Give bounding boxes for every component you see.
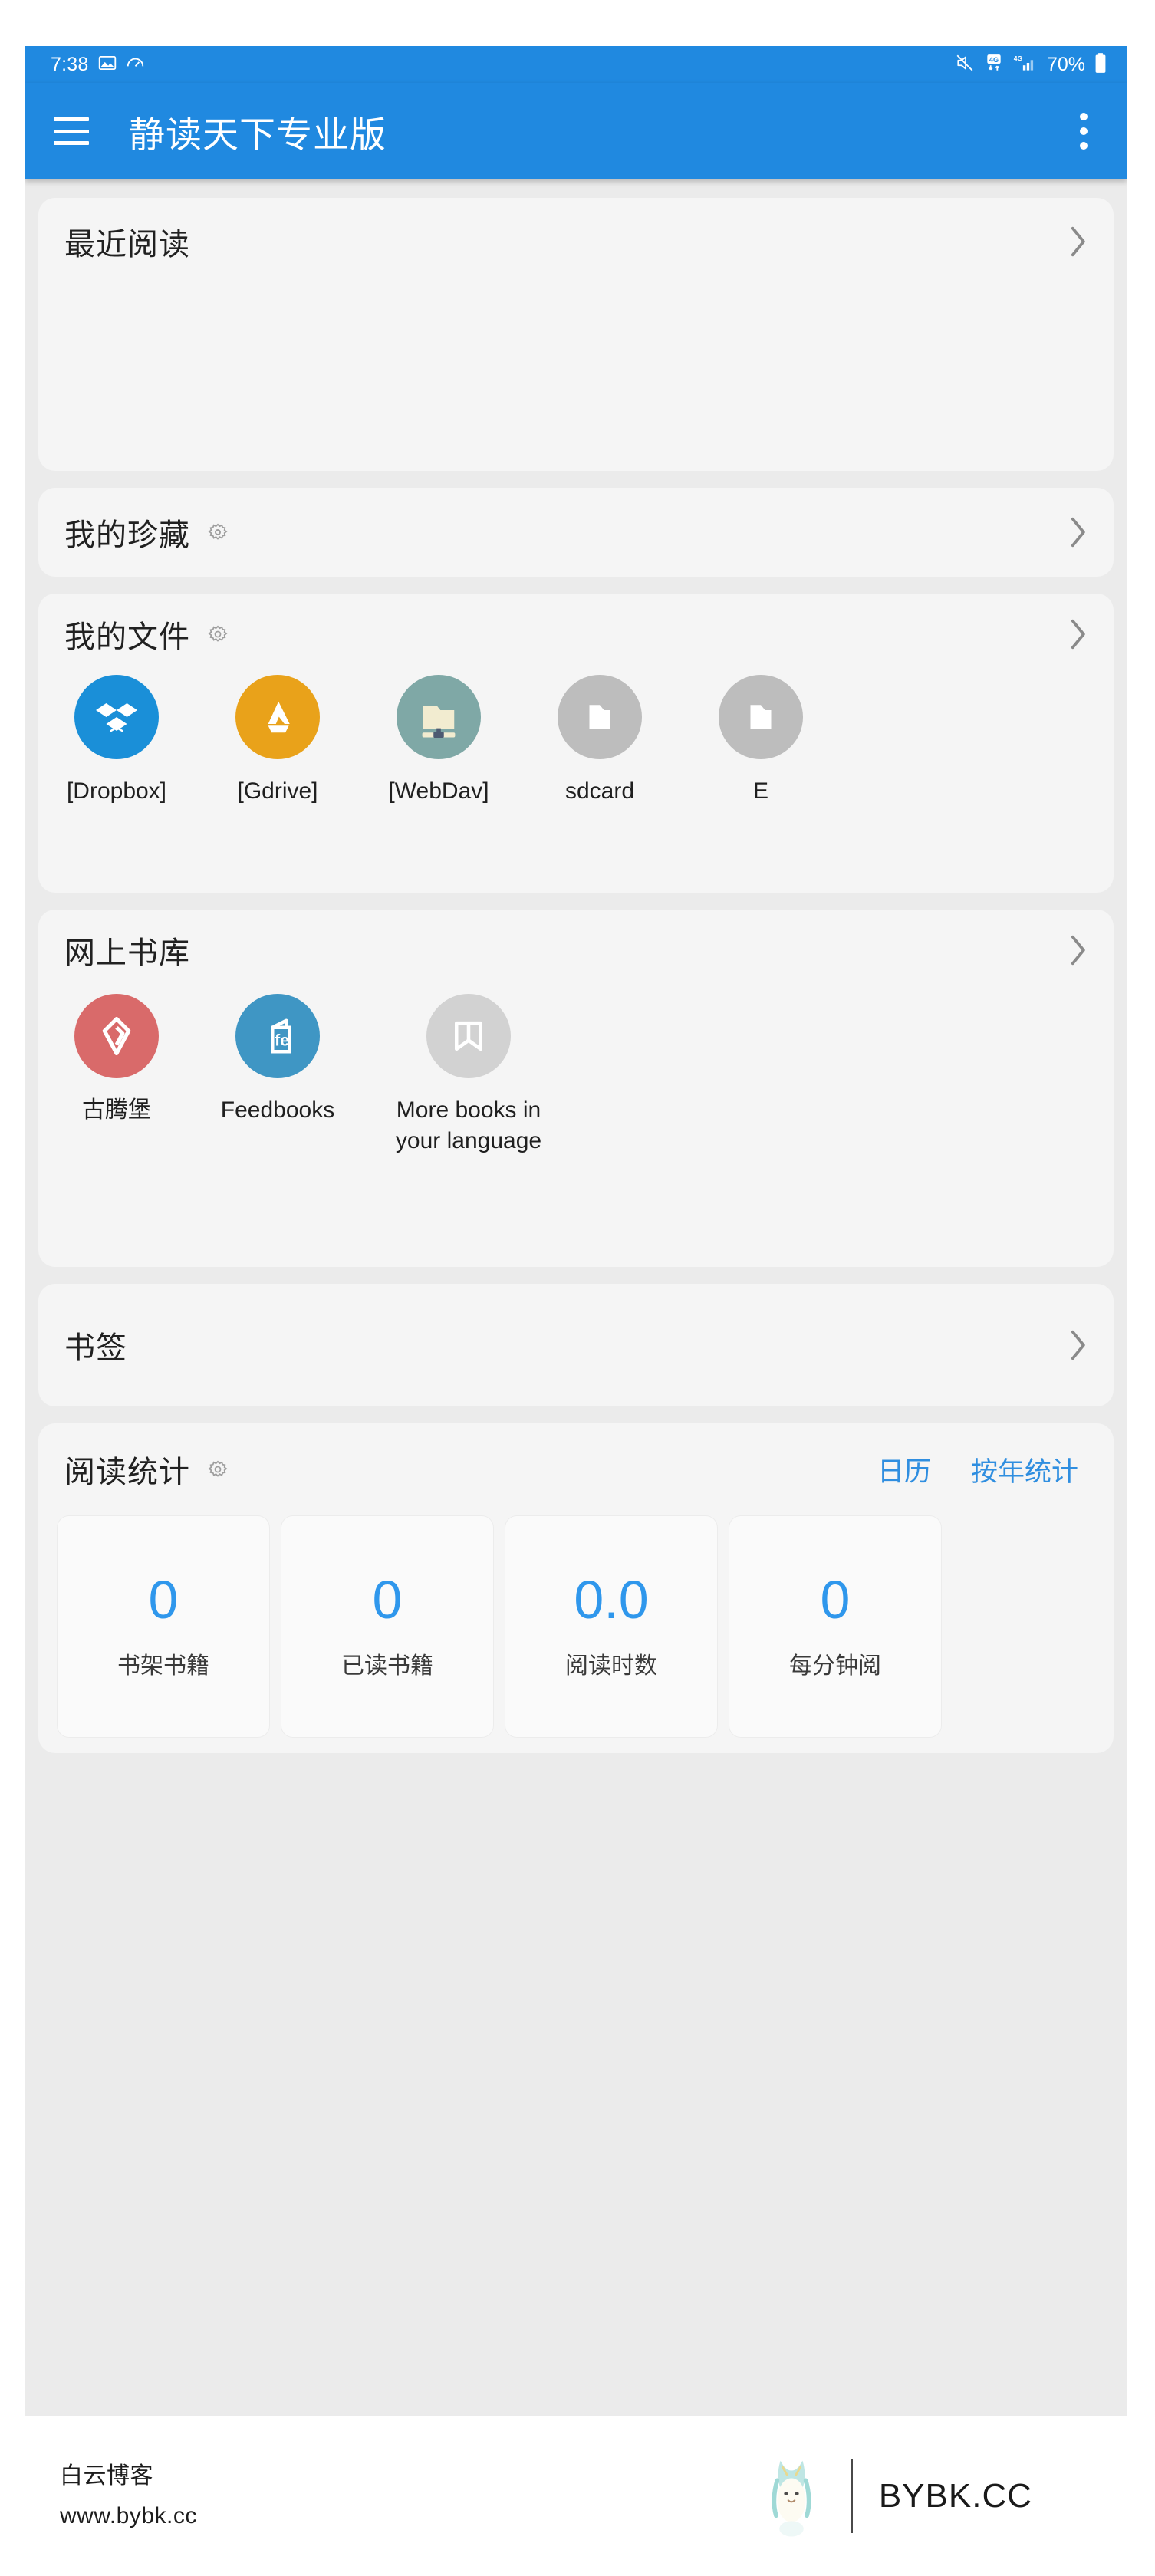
chevron-right-icon[interactable] <box>1068 933 1088 967</box>
list-item-label: [WebDav] <box>388 778 489 804</box>
card-recent-reading[interactable]: 最近阅读 <box>38 198 1114 471</box>
feedbooks-icon: fe <box>235 994 320 1078</box>
list-item[interactable]: [Gdrive] <box>219 675 336 807</box>
list-item[interactable]: [WebDav] <box>380 675 497 807</box>
webdav-icon <box>397 675 481 759</box>
hamburger-icon[interactable] <box>54 117 89 145</box>
svg-text:fe: fe <box>275 1031 289 1049</box>
svg-text:4G: 4G <box>1014 54 1023 61</box>
link-yearly-stats[interactable]: 按年统计 <box>971 1450 1078 1489</box>
phone-screen: 7:38 4G 4G 70% 静读天下专业版 最近阅读 我的珍藏 我的文件 [D… <box>25 46 1127 2416</box>
list-item-label: [Gdrive] <box>237 778 318 804</box>
battery-percent-label: 70% <box>1046 53 1085 75</box>
stat-value: 0.0 <box>574 1570 649 1630</box>
app-bar: 静读天下专业版 <box>25 83 1127 179</box>
gear-icon[interactable] <box>207 521 229 543</box>
stats-box-row: 0 书架书籍 0 已读书籍 0.0 阅读时数 0 每分钟阅 <box>57 1515 1114 1738</box>
stat-value: 0 <box>820 1570 851 1630</box>
card-header: 我的珍藏 <box>38 488 1114 577</box>
section-title-favorites: 我的珍藏 <box>64 518 190 552</box>
list-item-label: 古腾堡 <box>82 1097 151 1123</box>
battery-icon <box>1094 52 1107 77</box>
watermark-brand-group: BYBK.CC <box>758 2452 1032 2541</box>
card-header: 书签 <box>38 1284 1114 1406</box>
4g-signal-icon: 4G <box>1012 53 1037 77</box>
folder-icon <box>558 675 642 759</box>
section-title-files: 我的文件 <box>64 620 190 654</box>
wifi-meter-icon <box>125 53 146 77</box>
status-right-icons: 4G 4G 70% <box>954 52 1107 77</box>
section-title-stats: 阅读统计 <box>64 1456 190 1489</box>
card-header: 我的文件 <box>38 594 1114 675</box>
watermark-divider <box>850 2459 853 2533</box>
stat-card-shelf-books[interactable]: 0 书架书籍 <box>57 1515 270 1738</box>
card-online-library[interactable]: 网上书库 古腾堡 fe Feedbooks More books in your… <box>38 910 1114 1267</box>
list-item[interactable]: E <box>703 675 819 807</box>
card-my-files[interactable]: 我的文件 [Dropbox] [Gdrive] [WebDav] sdcard … <box>38 594 1114 893</box>
stat-card-words-per-minute[interactable]: 0 每分钟阅 <box>729 1515 942 1738</box>
watermark-footer: 白云博客 www.bybk.cc BYBK.CC <box>0 2416 1155 2576</box>
chevron-right-icon[interactable] <box>1068 225 1088 258</box>
online-library-list: 古腾堡 fe Feedbooks More books in your lang… <box>58 991 1114 1179</box>
gdrive-icon <box>235 675 320 759</box>
list-item-label: sdcard <box>564 778 635 804</box>
stat-label: 书架书籍 <box>117 1653 209 1679</box>
more-vertical-icon[interactable] <box>1066 110 1101 153</box>
stat-value: 0 <box>148 1570 179 1630</box>
dropbox-icon <box>74 675 159 759</box>
page-title: 静读天下专业版 <box>129 114 387 155</box>
4g-data-icon: 4G <box>984 53 1004 77</box>
stats-header-links: 日历 按年统计 <box>877 1450 1078 1489</box>
list-item-label: [Dropbox] <box>66 778 167 804</box>
card-header: 网上书库 <box>38 910 1114 991</box>
image-icon <box>97 53 117 77</box>
card-header: 最近阅读 <box>38 198 1114 279</box>
list-item-label: More books in your language <box>395 1097 542 1153</box>
stat-label: 阅读时数 <box>565 1653 657 1679</box>
list-item[interactable]: sdcard <box>541 675 658 807</box>
mute-icon <box>954 53 976 77</box>
card-reading-stats[interactable]: 阅读统计 日历 按年统计 0 书架书籍 0 已读书籍 0.0 阅读时数 0 每分… <box>38 1423 1114 1753</box>
status-left-icons <box>97 53 146 77</box>
section-title-online: 网上书库 <box>64 936 190 970</box>
list-item-label: Feedbooks <box>220 1097 335 1123</box>
stat-label: 已读书籍 <box>341 1653 433 1679</box>
gutenberg-icon <box>74 994 159 1078</box>
list-item[interactable]: 古腾堡 <box>58 994 175 1156</box>
list-item[interactable]: [Dropbox] <box>58 675 175 807</box>
file-source-list: [Dropbox] [Gdrive] [WebDav] sdcard E <box>58 675 1114 830</box>
card-my-favorites[interactable]: 我的珍藏 <box>38 488 1114 577</box>
chevron-right-icon[interactable] <box>1068 617 1088 651</box>
watermark-text: 白云博客 www.bybk.cc <box>60 2456 197 2535</box>
list-item-label: E <box>752 778 768 804</box>
card-bookmarks[interactable]: 书签 <box>38 1284 1114 1406</box>
gear-icon[interactable] <box>207 623 229 645</box>
mascot-icon <box>758 2452 824 2541</box>
stat-value: 0 <box>372 1570 403 1630</box>
status-clock: 7:38 <box>51 53 89 75</box>
gear-icon[interactable] <box>207 1459 229 1480</box>
list-item[interactable]: More books in your language <box>380 994 557 1156</box>
main-scroll-area[interactable]: 最近阅读 我的珍藏 我的文件 [Dropbox] [Gdrive] [WebDa… <box>25 179 1127 2416</box>
open-book-icon <box>426 994 511 1078</box>
chevron-right-icon[interactable] <box>1068 1328 1088 1362</box>
watermark-site-name: 白云博客 <box>60 2463 153 2489</box>
watermark-url: www.bybk.cc <box>60 2503 197 2528</box>
card-header: 阅读统计 日历 按年统计 <box>38 1423 1114 1515</box>
section-title-recent: 最近阅读 <box>64 228 190 262</box>
list-item[interactable]: fe Feedbooks <box>219 994 336 1156</box>
stat-label: 每分钟阅 <box>789 1653 881 1679</box>
status-bar: 7:38 4G 4G 70% <box>25 46 1127 83</box>
section-title-bookmarks: 书签 <box>64 1331 127 1365</box>
svg-text:4G: 4G <box>989 55 999 63</box>
stat-card-reading-hours[interactable]: 0.0 阅读时数 <box>505 1515 718 1738</box>
watermark-brand: BYBK.CC <box>878 2477 1032 2515</box>
folder-icon <box>719 675 803 759</box>
stat-card-read-books[interactable]: 0 已读书籍 <box>281 1515 494 1738</box>
chevron-right-icon[interactable] <box>1068 515 1088 549</box>
link-calendar[interactable]: 日历 <box>877 1450 931 1489</box>
